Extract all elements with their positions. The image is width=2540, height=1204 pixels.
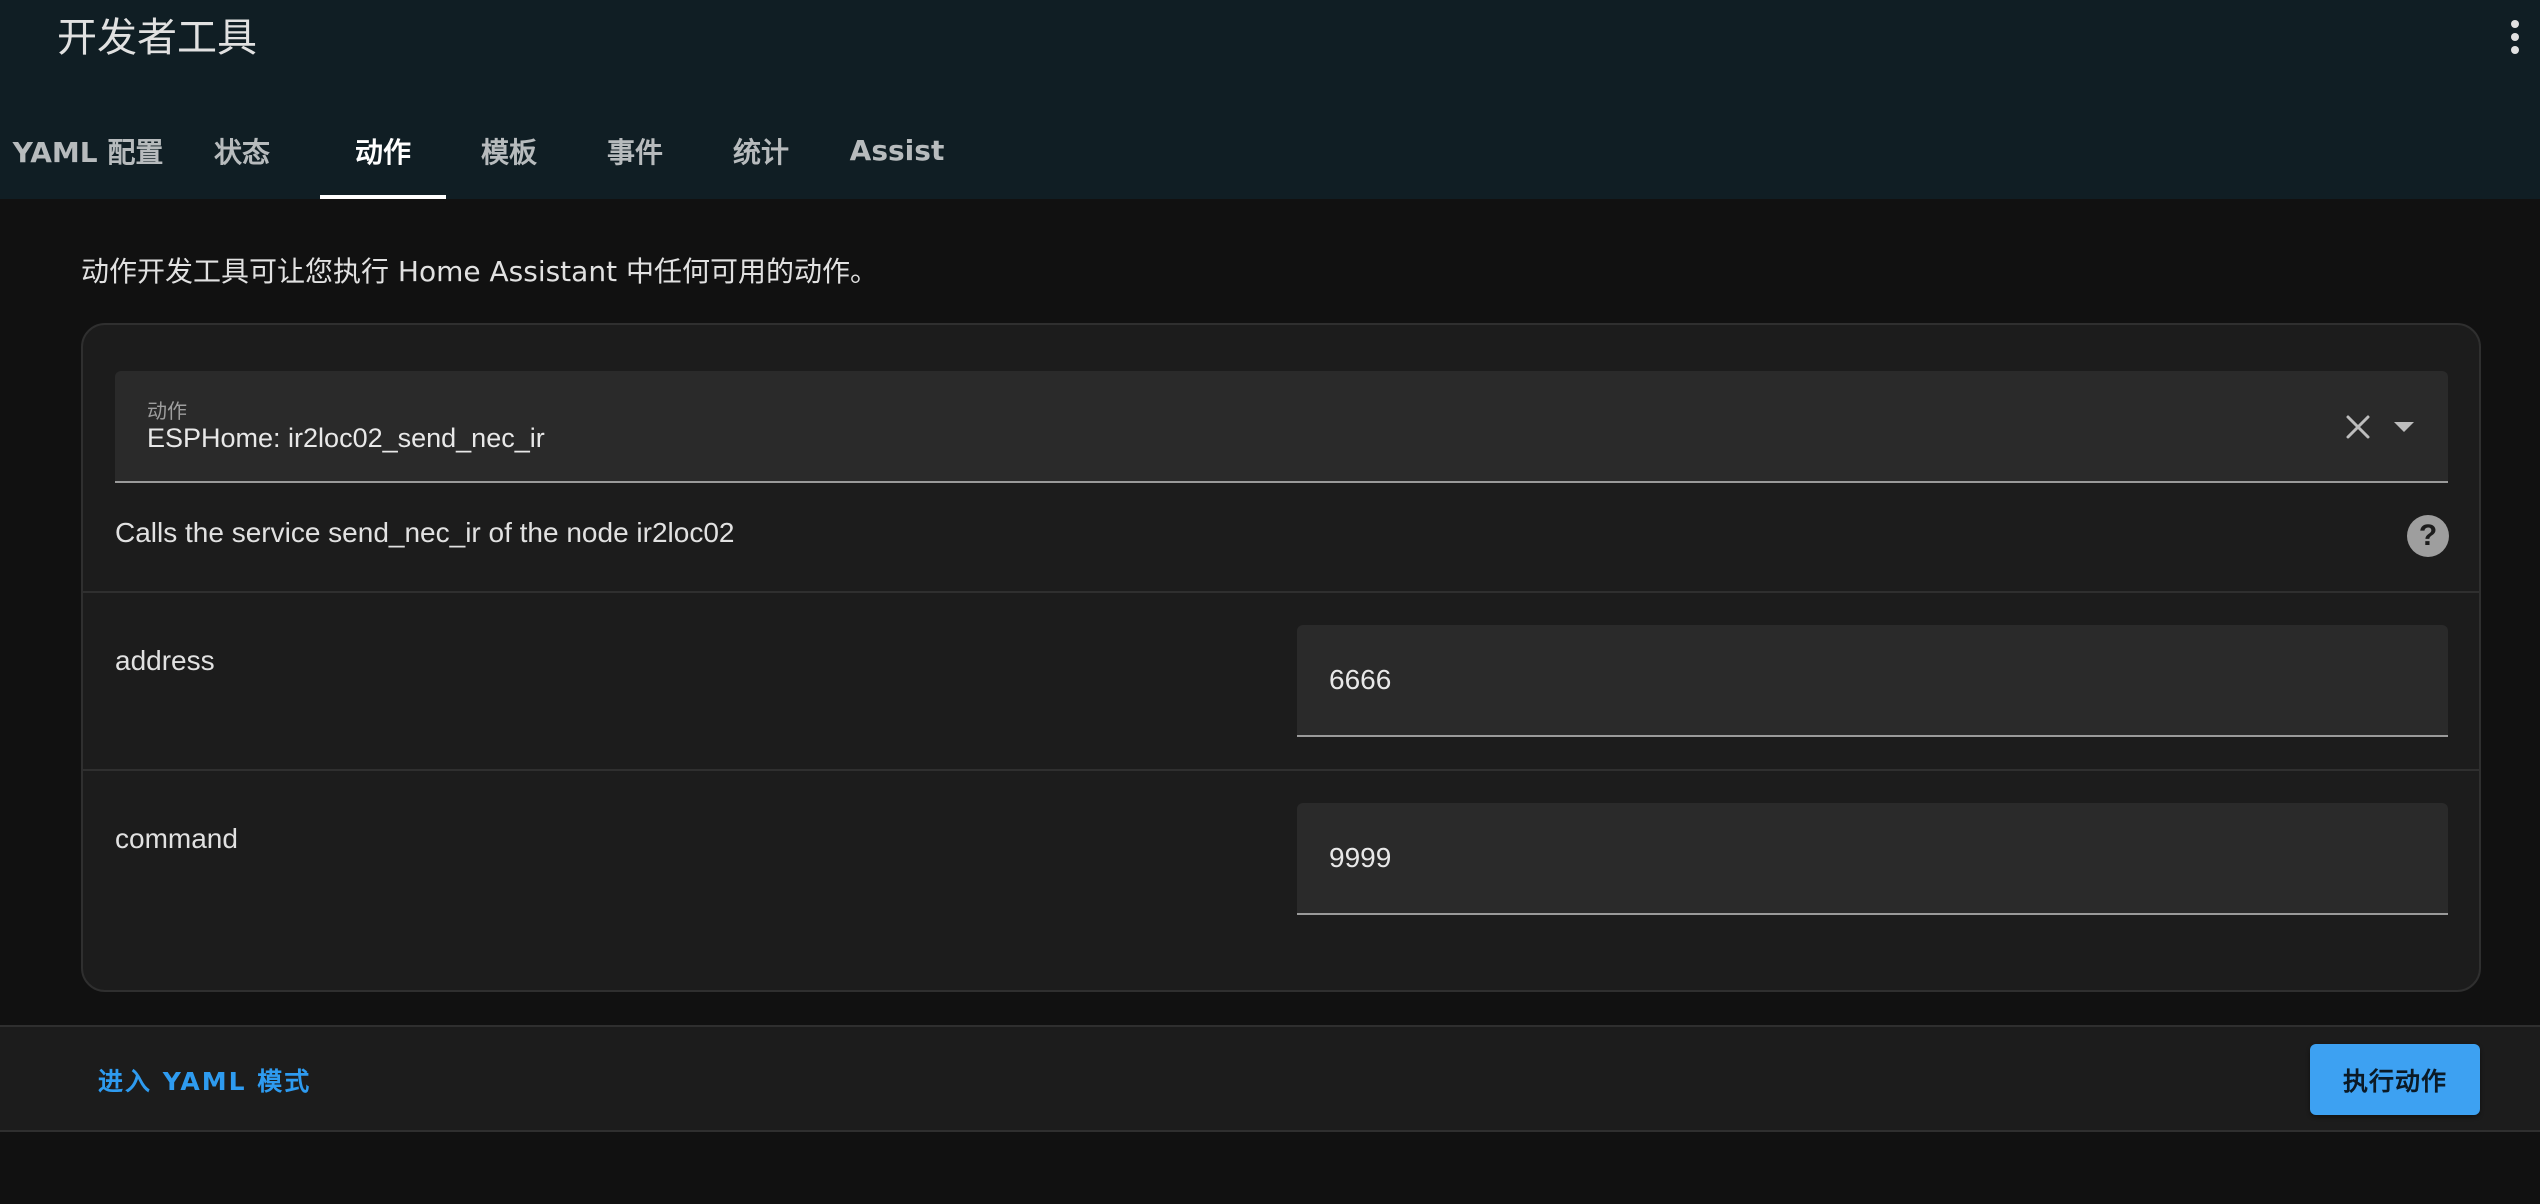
tab-label: 模板 [480, 135, 537, 169]
tab-statistics[interactable]: 统计 [698, 102, 824, 199]
tab-yaml[interactable]: YAML 配置 [0, 102, 176, 199]
intro-text: 动作开发工具可让您执行 Home Assistant 中任何可用的动作。 [81, 255, 878, 288]
overflow-menu-button[interactable] [2490, 10, 2540, 64]
run-action-button[interactable]: 执行动作 [2310, 1044, 2480, 1115]
clear-button[interactable] [2340, 409, 2376, 445]
app-header: 开发者工具 YAML 配置 状态 动作 模板 事件 统计 Assist [0, 0, 2540, 199]
yaml-mode-button[interactable]: 进入 YAML 模式 [82, 1053, 327, 1107]
page-title: 开发者工具 [57, 15, 257, 61]
dropdown-toggle[interactable] [2384, 409, 2424, 445]
action-description: Calls the service send_nec_ir of the nod… [115, 517, 735, 548]
tab-label: 状态 [213, 135, 270, 169]
action-select-label: 动作 [147, 399, 187, 423]
tab-bar: YAML 配置 状态 动作 模板 事件 统计 Assist [0, 102, 970, 199]
dots-vertical-icon [2511, 20, 2519, 54]
field-label: command [115, 823, 238, 854]
field-row-command: command [83, 771, 2479, 947]
tab-label: YAML 配置 [12, 135, 164, 169]
action-footer: 进入 YAML 模式 执行动作 [0, 1025, 2540, 1132]
tab-label: 动作 [354, 135, 411, 169]
tab-label: Assist [849, 134, 945, 167]
tab-label: 统计 [732, 135, 789, 169]
action-card: 动作 ESPHome: ir2loc02_send_nec_ir Calls t… [81, 323, 2481, 992]
tab-assist[interactable]: Assist [824, 102, 970, 199]
menu-down-icon [2394, 422, 2414, 432]
action-select-value: ESPHome: ir2loc02_send_nec_ir [147, 423, 545, 453]
tab-label: 事件 [606, 135, 663, 169]
field-row-address: address [83, 593, 2479, 769]
tab-events[interactable]: 事件 [572, 102, 698, 199]
action-select[interactable]: 动作 ESPHome: ir2loc02_send_nec_ir [115, 371, 2448, 483]
active-tab-indicator [320, 195, 446, 199]
command-input[interactable] [1297, 803, 2448, 915]
close-icon [2346, 415, 2370, 439]
field-label: address [115, 645, 215, 676]
tab-template[interactable]: 模板 [446, 102, 572, 199]
help-icon[interactable]: ? [2407, 515, 2449, 557]
tab-states[interactable]: 状态 [164, 102, 320, 199]
address-input[interactable] [1297, 625, 2448, 737]
tab-actions[interactable]: 动作 [320, 102, 446, 199]
